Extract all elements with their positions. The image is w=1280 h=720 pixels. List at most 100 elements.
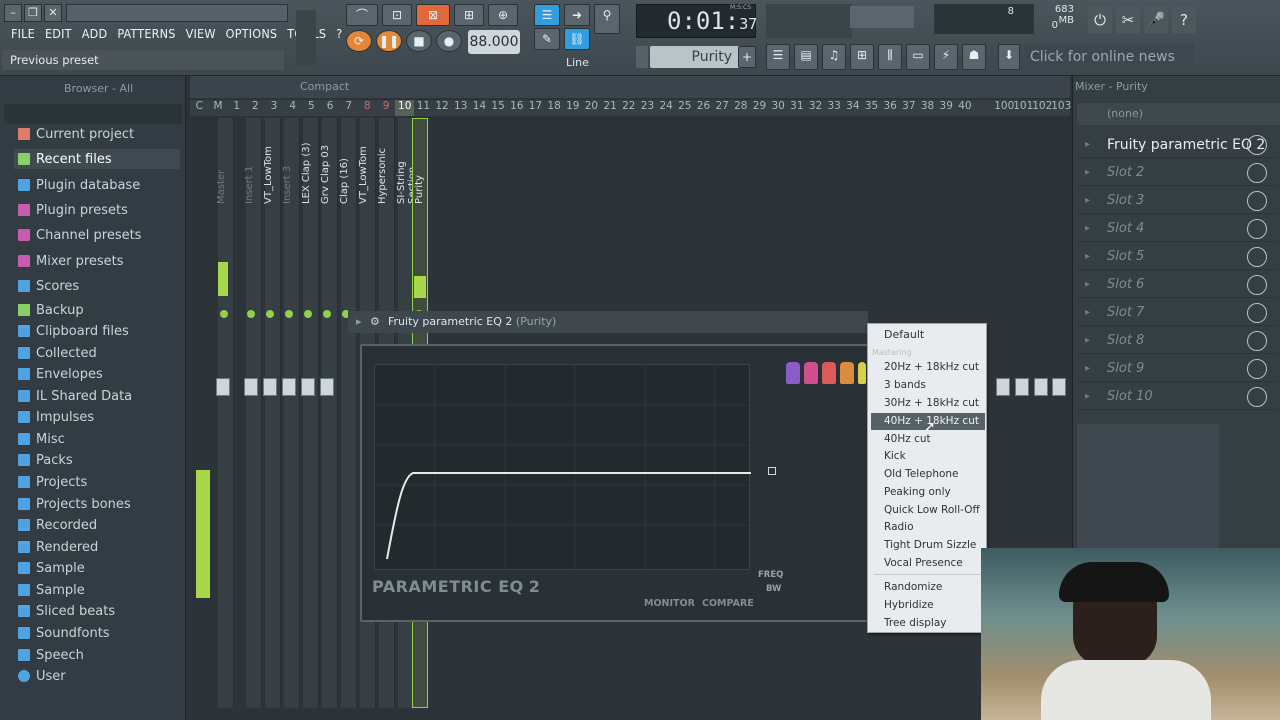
- browser-item[interactable]: Recorded: [18, 515, 97, 535]
- volume-fader[interactable]: [244, 378, 258, 396]
- link-icon[interactable]: ⛓: [564, 28, 590, 50]
- volume-fader[interactable]: [320, 378, 334, 396]
- browser-item[interactable]: Channel presets: [18, 225, 141, 245]
- mixer-track-master[interactable]: [218, 118, 234, 708]
- mute-led[interactable]: [266, 310, 274, 318]
- fx-slot[interactable]: ▸ Slot 8: [1077, 328, 1277, 354]
- mixer-track[interactable]: [303, 118, 319, 708]
- slot-arrow-icon[interactable]: ▸: [1085, 384, 1090, 410]
- chevron-right-icon[interactable]: ▸: [356, 311, 362, 333]
- browser-item[interactable]: Plugin database: [18, 175, 140, 195]
- help-icon[interactable]: ?: [1172, 6, 1196, 34]
- menu-item-default[interactable]: Default: [884, 326, 924, 343]
- menu-item[interactable]: Radio: [884, 519, 914, 536]
- snap-selector[interactable]: Line: [560, 54, 620, 72]
- slot-mix-knob[interactable]: [1247, 163, 1267, 183]
- band-2-handle[interactable]: [804, 362, 818, 384]
- menu-item[interactable]: 20Hz + 18kHz cut: [884, 359, 979, 376]
- menu-help[interactable]: ?: [331, 25, 347, 43]
- typing-keyboard-button[interactable]: ⊠: [416, 4, 450, 26]
- mute-led[interactable]: [304, 310, 312, 318]
- browser-item[interactable]: Backup: [18, 300, 84, 320]
- mixer-track[interactable]: [341, 118, 357, 708]
- step-edit-button[interactable]: ⊞: [454, 4, 484, 26]
- browser-item[interactable]: Scores: [18, 276, 79, 296]
- mixer-track[interactable]: [265, 118, 281, 708]
- view-mode-label[interactable]: Compact: [300, 80, 349, 93]
- slot-arrow-icon[interactable]: ▸: [1085, 160, 1090, 186]
- plugin-picker-icon[interactable]: ⚡: [934, 44, 958, 70]
- menu-item[interactable]: Vocal Presence: [884, 555, 963, 572]
- tempo-display[interactable]: 88.000: [468, 30, 520, 54]
- browser-item[interactable]: Projects bones: [18, 494, 131, 514]
- browser-item[interactable]: Sample: [18, 558, 85, 578]
- view-piano-roll-icon[interactable]: ♫: [822, 44, 846, 70]
- fx-slot-1[interactable]: ▸ Fruity parametric EQ 2: [1077, 132, 1277, 158]
- browser-item-selected[interactable]: Recent files: [14, 149, 180, 169]
- fx-slot[interactable]: ▸ Slot 7: [1077, 300, 1277, 326]
- online-news-button[interactable]: Click for online news: [1024, 44, 1194, 70]
- eq-graph[interactable]: [374, 364, 751, 571]
- view-mixer-icon[interactable]: ⫼: [878, 44, 902, 70]
- menu-patterns[interactable]: PATTERNS: [112, 25, 180, 43]
- mixer-track[interactable]: [246, 118, 262, 708]
- pattern-prev-icon[interactable]: [636, 46, 648, 68]
- record-icon[interactable]: ●: [436, 30, 462, 52]
- browser-item[interactable]: Clipboard files: [18, 321, 129, 341]
- browser-item[interactable]: Collected: [18, 343, 97, 363]
- slot-mix-knob[interactable]: [1247, 303, 1267, 323]
- input-selector[interactable]: (none): [1077, 103, 1280, 125]
- band-1-handle[interactable]: [786, 362, 800, 384]
- fx-slot[interactable]: ▸ Slot 10: [1077, 384, 1277, 410]
- slot-arrow-icon[interactable]: ▸: [1085, 328, 1090, 354]
- tools-icon[interactable]: ✂: [1116, 6, 1140, 34]
- mixer-track[interactable]: [322, 118, 338, 708]
- menu-action[interactable]: Tree display: [884, 615, 947, 632]
- slot-mix-knob[interactable]: [1247, 135, 1267, 155]
- arrow-right-icon[interactable]: ➜: [564, 4, 590, 26]
- menu-item[interactable]: 30Hz + 18kHz cut: [884, 395, 979, 412]
- browser-item[interactable]: Misc: [18, 429, 65, 449]
- fx-slot[interactable]: ▸ Slot 9: [1077, 356, 1277, 382]
- browser-item[interactable]: User: [18, 666, 66, 686]
- slot-mix-knob[interactable]: [1247, 219, 1267, 239]
- menu-add[interactable]: ADD: [77, 25, 113, 43]
- fx-slot[interactable]: ▸ Slot 6: [1077, 272, 1277, 298]
- volume-fader[interactable]: [996, 378, 1010, 396]
- record-wait-button[interactable]: ⊡: [382, 4, 412, 26]
- band-3-handle[interactable]: [822, 362, 836, 384]
- browser-item[interactable]: Projects: [18, 472, 87, 492]
- slot-arrow-icon[interactable]: ▸: [1085, 132, 1090, 158]
- band-5-handle[interactable]: [858, 362, 866, 384]
- volume-fader[interactable]: [1015, 378, 1029, 396]
- slot-mix-knob[interactable]: [1247, 275, 1267, 295]
- menu-item[interactable]: Quick Low Roll-Off: [884, 502, 980, 519]
- menu-options[interactable]: OPTIONS: [221, 25, 283, 43]
- browser-item[interactable]: Sample: [18, 580, 85, 600]
- mixer-track[interactable]: [284, 118, 300, 708]
- menu-item[interactable]: Peaking only: [884, 484, 951, 501]
- fx-slot[interactable]: ▸ Slot 5: [1077, 244, 1277, 270]
- fx-slot[interactable]: ▸ Slot 4: [1077, 216, 1277, 242]
- menu-item[interactable]: Tight Drum Sizzle: [884, 537, 976, 554]
- volume-fader[interactable]: [1034, 378, 1048, 396]
- playlist-mode-button[interactable]: ☰: [534, 4, 560, 26]
- microphone-icon[interactable]: 🎤: [1144, 6, 1168, 34]
- master-volume-slider[interactable]: [296, 10, 316, 66]
- volume-fader[interactable]: [263, 378, 277, 396]
- brush-icon[interactable]: ✎: [534, 28, 560, 50]
- view-project-icon[interactable]: ▭: [906, 44, 930, 70]
- volume-fader[interactable]: [216, 378, 230, 396]
- plugin-titlebar[interactable]: ▸ ⚙ Fruity parametric EQ 2 (Purity): [348, 311, 868, 333]
- loop-record-icon[interactable]: ⟳: [346, 30, 372, 52]
- stop-icon[interactable]: ■: [406, 30, 432, 52]
- slot-mix-knob[interactable]: [1247, 331, 1267, 351]
- browser-item[interactable]: Current project: [18, 124, 134, 144]
- browser-item[interactable]: Envelopes: [18, 364, 103, 384]
- slot-mix-knob[interactable]: [1247, 247, 1267, 267]
- mute-led[interactable]: [285, 310, 293, 318]
- browser-item[interactable]: Impulses: [18, 407, 94, 427]
- menu-item[interactable]: 3 bands: [884, 377, 926, 394]
- view-playlist-icon[interactable]: ☰: [766, 44, 790, 70]
- wizard-icon[interactable]: ☗: [962, 44, 986, 70]
